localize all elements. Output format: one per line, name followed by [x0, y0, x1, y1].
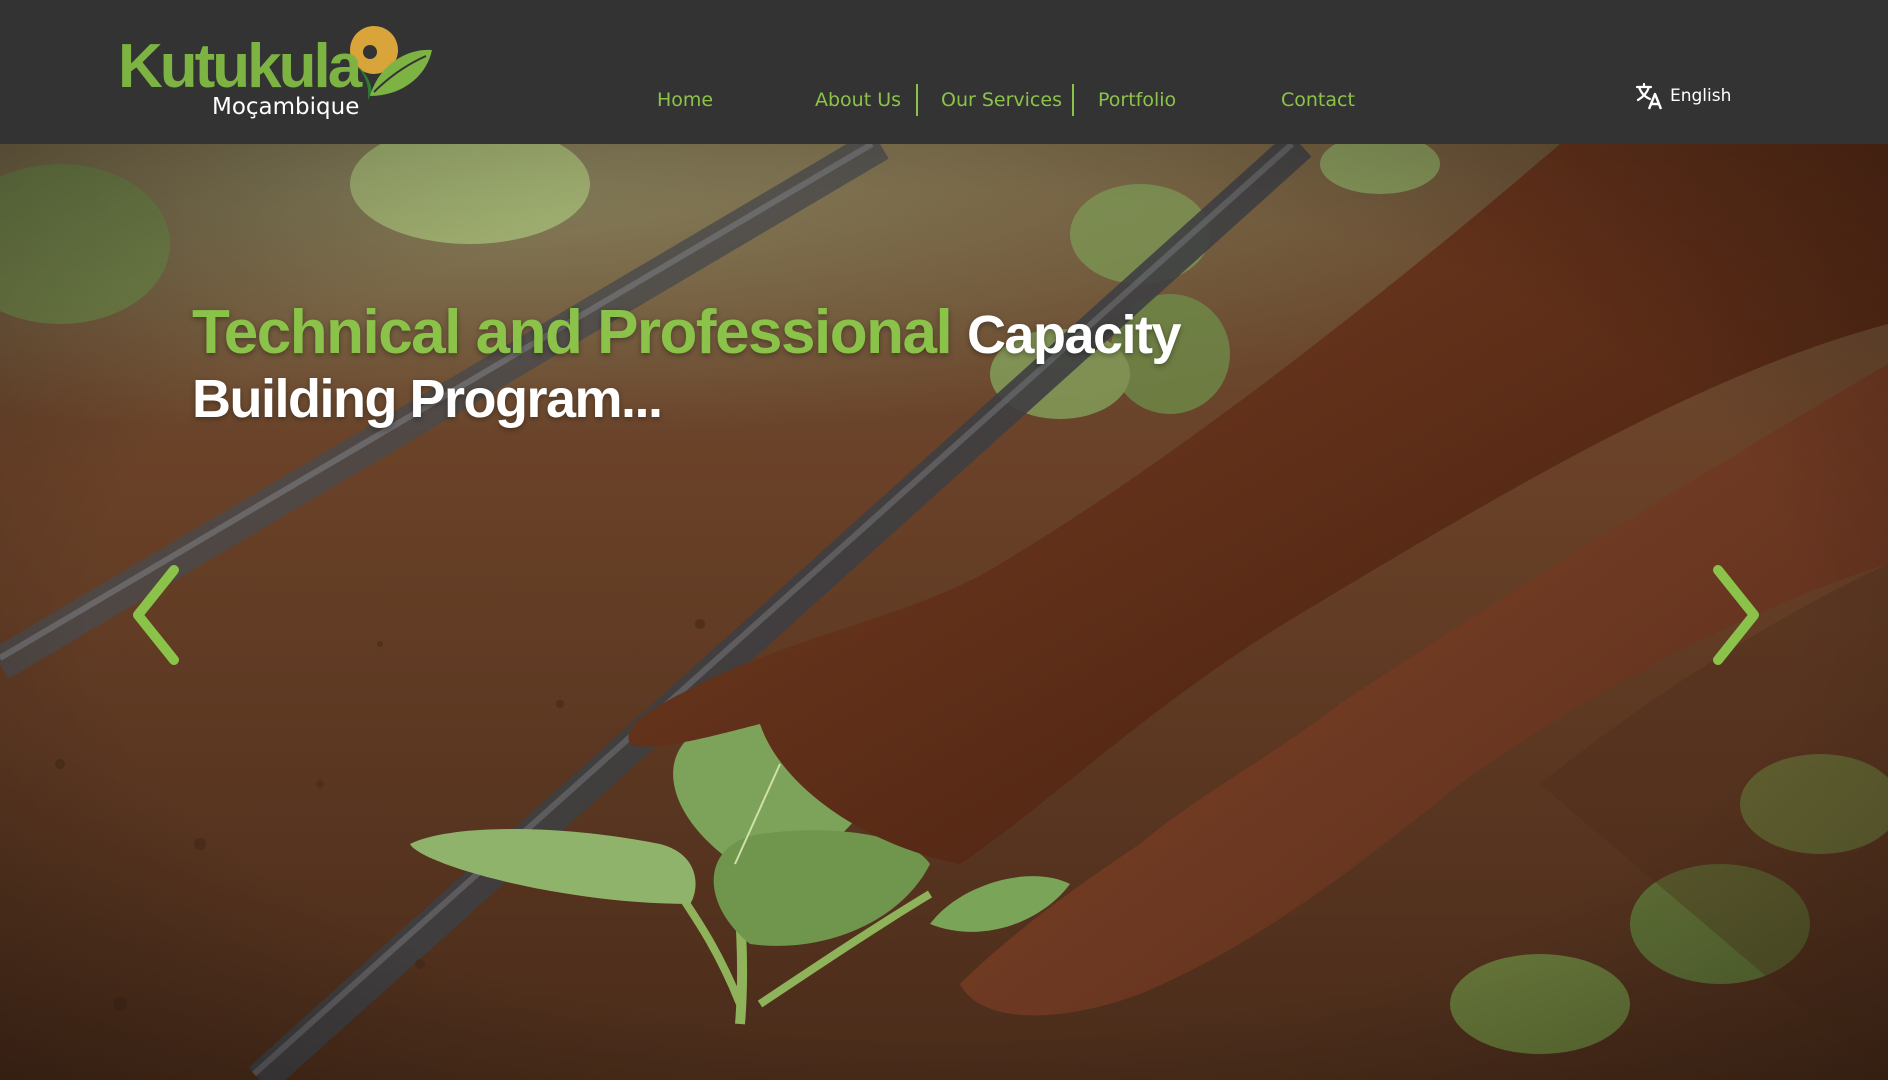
slider-prev-button[interactable]	[122, 560, 192, 670]
chevron-right-icon	[1713, 565, 1759, 665]
hero-headline-highlight: Technical and Professional	[192, 297, 953, 367]
translate-icon	[1635, 82, 1663, 110]
hero-slider: Technical and Professional Capacity Buil…	[0, 144, 1888, 1080]
nav-separator	[1072, 84, 1074, 116]
nav-about-us[interactable]: About Us	[815, 84, 901, 116]
chevron-left-icon	[133, 565, 179, 665]
language-label: English	[1670, 86, 1732, 106]
hero-headline-line2: Building Program...	[192, 368, 663, 429]
hero-headline: Technical and Professional Capacity Buil…	[192, 301, 1192, 430]
language-selector[interactable]: English	[1634, 80, 1731, 112]
nav-home[interactable]: Home	[657, 84, 713, 116]
slider-next-button[interactable]	[1700, 560, 1770, 670]
site-header: Kutukula Moçambique Home About Us Our Se…	[0, 0, 1888, 144]
hero-headline-rest: Capacity	[966, 304, 1182, 365]
logo-wordmark: Kutukula	[118, 32, 362, 101]
nav-separator	[916, 84, 918, 116]
logo-subtitle: Moçambique	[212, 94, 360, 120]
logo[interactable]: Kutukula Moçambique	[118, 22, 432, 126]
hero-image	[0, 144, 1888, 1080]
nav-portfolio[interactable]: Portfolio	[1098, 84, 1176, 116]
nav-our-services[interactable]: Our Services	[941, 84, 1062, 116]
nav-contact[interactable]: Contact	[1281, 84, 1355, 116]
